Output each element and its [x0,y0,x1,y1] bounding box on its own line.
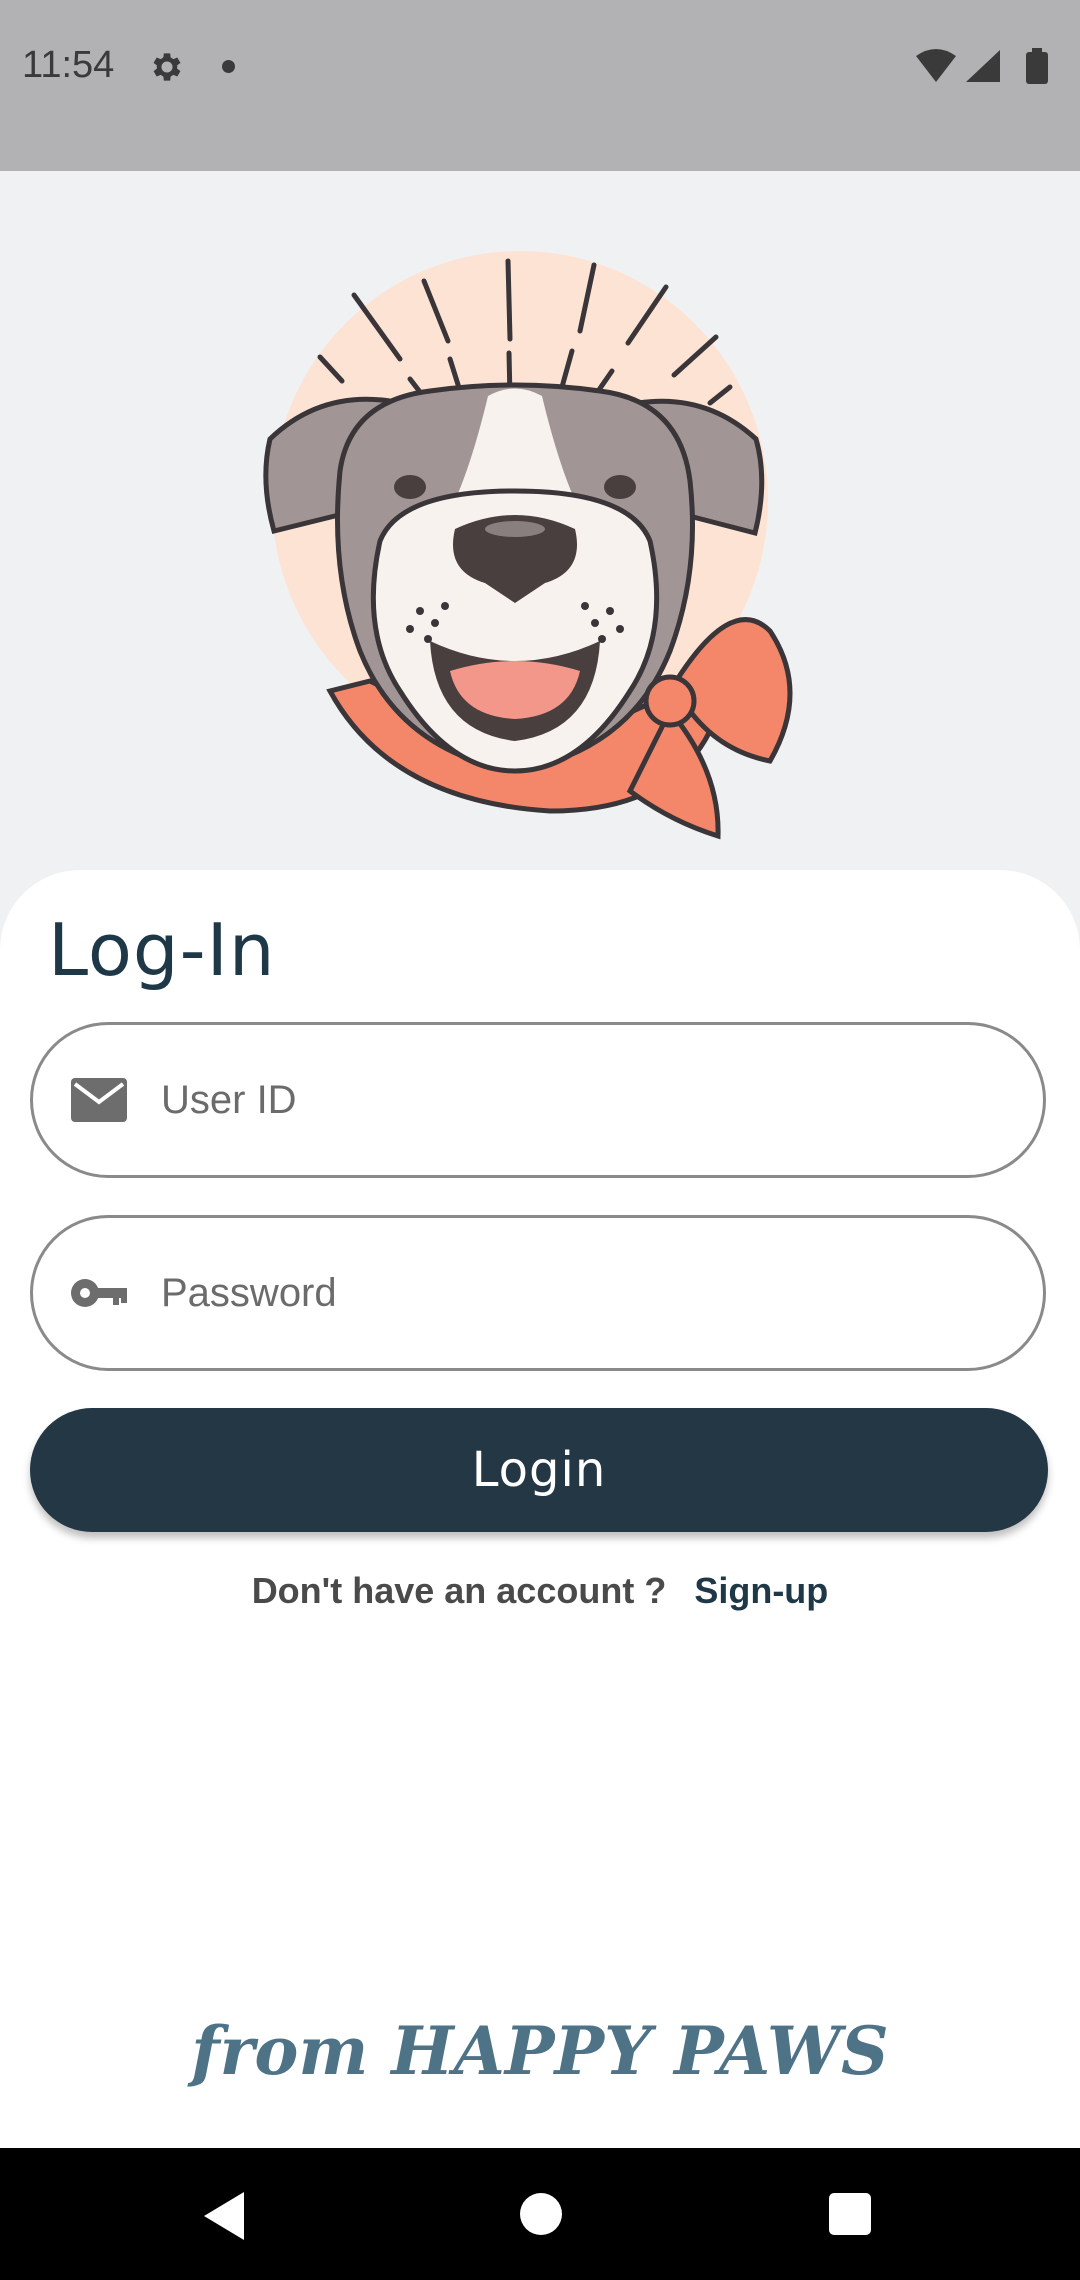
mail-icon [71,1078,127,1122]
back-icon[interactable] [200,2190,248,2242]
home-icon[interactable] [520,2193,562,2235]
signal-icon [966,50,1000,82]
signup-prompt: Don't have an account ? [251,1570,667,1611]
key-icon [71,1279,127,1307]
notification-dot-icon [222,60,235,73]
login-card: Log-In Login Don't have an account ? Sig… [0,870,1080,2148]
system-nav-bar [0,2148,1080,2280]
password-input[interactable] [161,1218,1021,1368]
password-field[interactable] [30,1215,1046,1371]
gear-icon [153,53,181,81]
battery-icon [1026,48,1048,84]
user-id-field[interactable] [30,1022,1046,1178]
system-status-icons [916,48,1048,84]
page-title: Log-In [48,908,276,992]
signup-row: Don't have an account ? Sign-up [0,1570,1080,1612]
status-bar: 11:54 [0,0,1080,171]
login-screen: 11:54 Log-In User ID Login Don't have an… [0,0,1080,2280]
brand-footer: from HAPPY PAWS [191,2012,889,2090]
signup-link[interactable]: Sign-up [694,1570,828,1611]
status-time: 11:54 [22,44,115,86]
user-id-input[interactable] [161,1025,1021,1175]
happy-dog-illustration [263,251,793,840]
recent-apps-icon[interactable] [829,2193,871,2235]
wifi-icon [916,49,956,82]
login-button[interactable]: Login [30,1408,1048,1532]
hero-illustration [0,171,1080,891]
